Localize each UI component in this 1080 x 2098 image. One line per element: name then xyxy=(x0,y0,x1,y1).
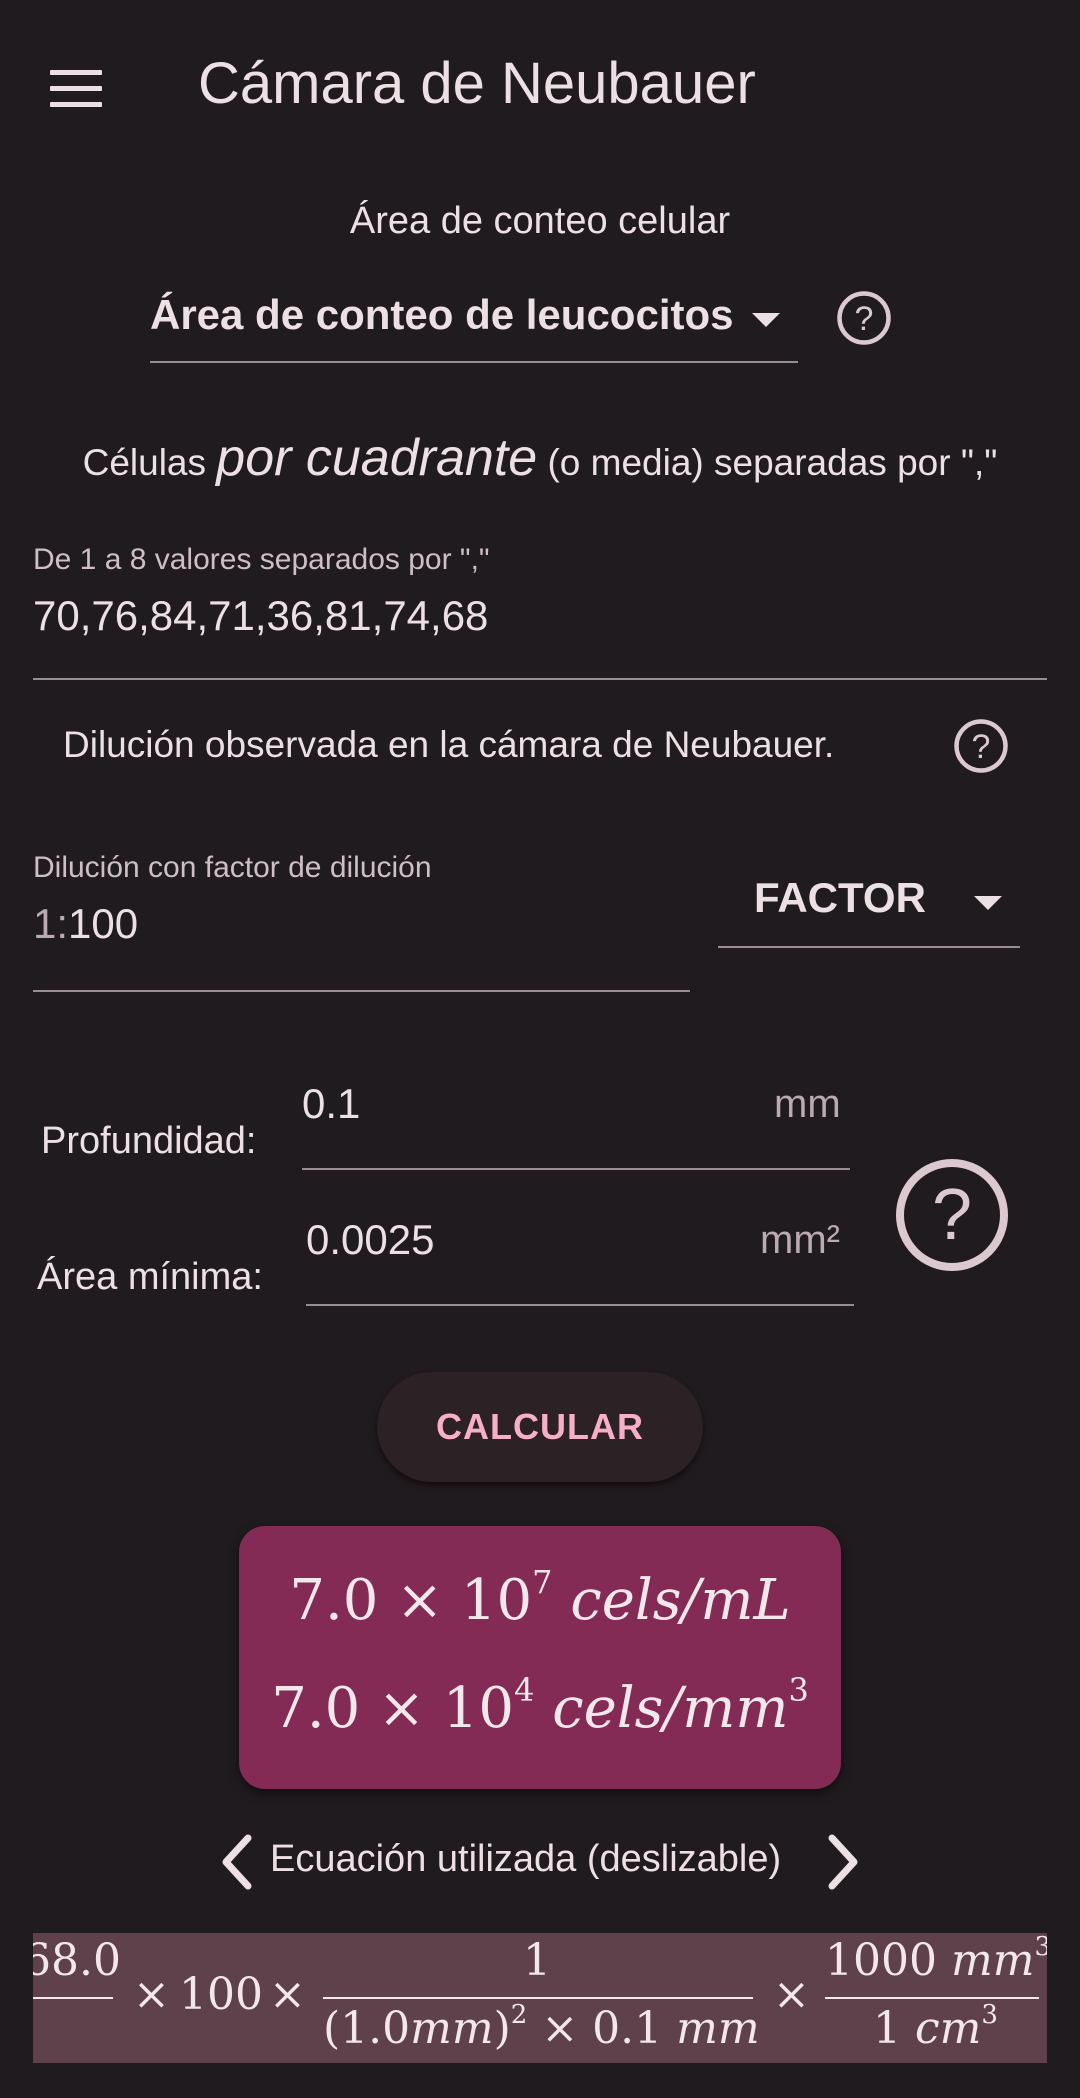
svg-text:?: ? xyxy=(932,1175,972,1255)
dilution-mode-value: FACTOR xyxy=(754,874,926,921)
equation-times: × xyxy=(133,1969,170,2020)
equation-nav-label: Ecuación utilizada (deslizable) xyxy=(270,1838,782,1880)
equation-cells-term: 68.0 xyxy=(33,1935,121,1986)
equation-strip[interactable]: 68.0 × 100 × 1 (1.0mm)2 × 0.1 mm × 1000 … xyxy=(33,1933,1047,2063)
depth-unit: mm xyxy=(774,1082,841,1126)
equation-nav: Ecuación utilizada (deslizable) xyxy=(0,1830,1080,1890)
dilution-input[interactable]: 1:100 xyxy=(33,900,138,948)
equation-frac1-denominator: (1.0mm)2 × 0.1 mm xyxy=(323,2000,760,2054)
help-circle-icon[interactable]: ? xyxy=(895,1158,1009,1272)
help-circle-icon[interactable]: ? xyxy=(953,718,1009,774)
app-title: Cámara de Neubauer xyxy=(198,51,756,116)
area-unit: mm² xyxy=(760,1218,840,1262)
menu-icon[interactable] xyxy=(50,68,104,108)
svg-text:?: ? xyxy=(972,728,991,766)
cells-field-label: De 1 a 8 valores separados por "," xyxy=(33,543,490,576)
depth-label: Profundidad: xyxy=(41,1120,257,1162)
depth-input-underline xyxy=(302,1168,850,1170)
equation-frac2-numerator: 1000 mm3 xyxy=(825,1933,1047,1986)
area-input[interactable]: 0.0025 xyxy=(306,1216,434,1264)
area-input-underline xyxy=(306,1304,854,1306)
depth-input[interactable]: 0.1 xyxy=(302,1080,360,1128)
svg-text:?: ? xyxy=(855,300,874,338)
dilution-field-label: Dilución con factor de dilución xyxy=(33,851,432,884)
cells-per-quadrant-label: Células por cuadrante (o media) separada… xyxy=(82,429,998,487)
equation-dilution: 100 xyxy=(179,1969,263,2020)
dilution-label: Dilución observada en la cámara de Neuba… xyxy=(63,724,835,765)
cells-input-underline xyxy=(33,678,1047,680)
fraction-bar xyxy=(323,1997,753,1999)
chevron-down-icon xyxy=(752,313,780,327)
count-area-select[interactable]: Área de conteo de leucocitos xyxy=(150,285,798,363)
equation-times: × xyxy=(773,1969,810,2020)
equation-frac1-numerator: 1 xyxy=(523,1935,551,1986)
chevron-left-icon[interactable] xyxy=(218,1834,254,1890)
result-per-mm3: 7.0 × 104 cels/mm3 xyxy=(271,1671,809,1741)
dilution-mode-select[interactable]: FACTOR xyxy=(718,862,1020,948)
fraction-bar xyxy=(825,1997,1039,1999)
equation-times: × xyxy=(269,1969,306,2020)
result-per-ml: 7.0 × 107 cels/mL xyxy=(289,1563,791,1633)
count-area-label: Área de conteo celular xyxy=(349,200,731,242)
equation-frac2-denominator: 1 cm3 xyxy=(873,2000,998,2054)
chevron-right-icon[interactable] xyxy=(826,1834,862,1890)
chevron-down-icon xyxy=(974,896,1002,910)
count-area-selected-value: Área de conteo de leucocitos xyxy=(150,291,734,338)
dilution-input-underline xyxy=(33,990,690,992)
cells-input[interactable]: 70,76,84,71,36,81,74,68 xyxy=(33,592,488,640)
dilution-prefix: 1: xyxy=(33,900,69,947)
calculate-button[interactable]: CALCULAR xyxy=(377,1372,703,1482)
fraction-bar xyxy=(33,1997,113,1999)
help-circle-icon[interactable]: ? xyxy=(836,290,892,346)
result-card: 7.0 × 107 cels/mL 7.0 × 104 cels/mm3 xyxy=(239,1526,841,1789)
area-label: Área mínima: xyxy=(37,1256,263,1298)
dilution-value: 100 xyxy=(68,900,139,947)
